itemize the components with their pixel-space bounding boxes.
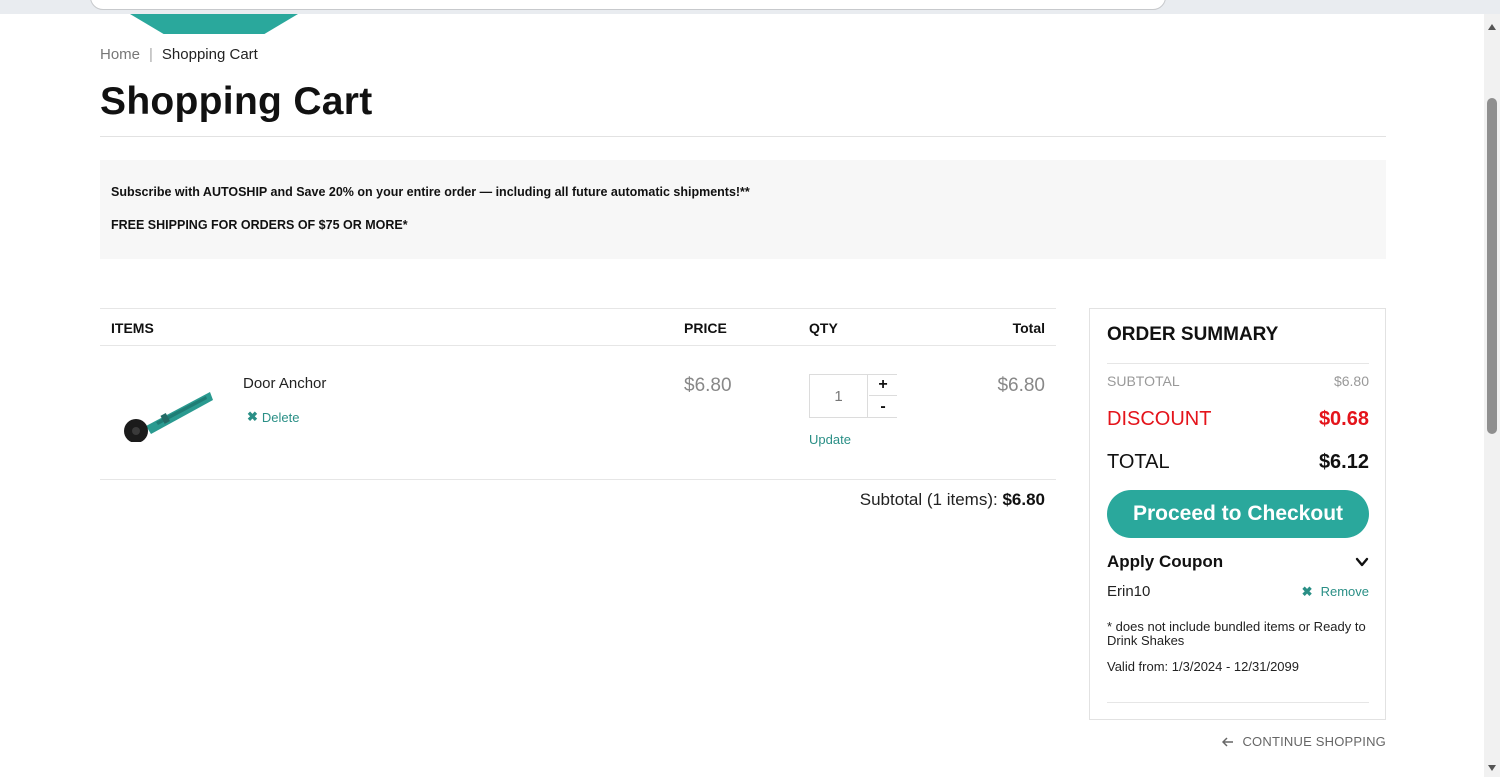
autoship-promo-text: Subscribe with AUTOSHIP and Save 20% on … [111,185,750,199]
subtotal-value: $6.80 [1002,490,1045,509]
free-shipping-text: FREE SHIPPING FOR ORDERS OF $75 OR MORE* [111,218,408,232]
scroll-down-icon[interactable] [1488,765,1496,771]
remove-coupon-link[interactable]: ✖ Remove [1302,584,1369,600]
cart-table-header: ITEMS PRICE QTY Total [100,308,1056,346]
update-quantity-link[interactable]: Update [809,432,851,447]
column-header-qty: QTY [809,320,838,336]
scroll-up-icon[interactable] [1488,24,1496,30]
apply-coupon-heading: Apply Coupon [1107,552,1224,571]
remove-label: Remove [1320,584,1369,599]
summary-subtotal-row: SUBTOTAL $6.80 [1107,373,1369,389]
summary-discount-label: DISCOUNT [1107,408,1212,430]
summary-divider [1107,363,1369,364]
x-icon: ✖ [247,409,258,424]
breadcrumb-home-link[interactable]: Home [100,46,140,63]
order-summary-title: ORDER SUMMARY [1107,324,1279,345]
cart-row: Door Anchor ✖ Delete $6.80 + - Update $6… [100,346,1056,480]
breadcrumb-current: Shopping Cart [161,46,258,63]
summary-total-label: TOTAL [1107,451,1170,473]
subtotal-label: Subtotal (1 items): [859,490,998,509]
chevron-down-icon[interactable] [1355,555,1369,569]
quantity-input[interactable] [810,375,868,417]
x-icon: ✖ [1301,583,1313,599]
address-bar[interactable] [90,0,1166,10]
column-header-price: PRICE [684,320,727,336]
arrow-left-icon [1222,736,1234,747]
site-header-tab [130,14,298,34]
apply-coupon-toggle[interactable]: Apply Coupon [1107,552,1369,572]
quantity-stepper: + - [809,374,897,418]
promo-banner: Subscribe with AUTOSHIP and Save 20% on … [100,160,1386,259]
product-name[interactable]: Door Anchor [243,375,326,392]
increase-quantity-button[interactable]: + [869,375,897,396]
breadcrumb-separator: | [149,46,153,63]
coupon-note: * does not include bundled items or Read… [1107,619,1366,648]
coupon-code: Erin10 [1107,583,1151,600]
summary-total-row: TOTAL $6.12 [1107,451,1369,474]
summary-subtotal-value: $6.80 [1333,373,1369,389]
door-anchor-product-image[interactable] [118,382,218,442]
delete-item-link[interactable]: ✖ Delete [247,409,299,425]
coupon-valid-dates: Valid from: 1/3/2024 - 12/31/2099 [1107,659,1299,674]
page-title: Shopping Cart [100,80,373,123]
scrollbar-thumb[interactable] [1487,98,1497,434]
summary-discount-value: $0.68 [1318,408,1369,430]
page-scrollbar[interactable] [1484,14,1500,777]
order-summary: ORDER SUMMARY SUBTOTAL $6.80 DISCOUNT $0… [1089,308,1386,720]
continue-shopping-link[interactable]: CONTINUE SHOPPING [1222,734,1386,749]
item-total: $6.80 [997,375,1045,396]
column-header-items: ITEMS [111,320,154,336]
summary-subtotal-label: SUBTOTAL [1107,373,1180,389]
summary-total-value: $6.12 [1318,451,1369,473]
applied-coupon-row: Erin10 ✖ Remove [1107,583,1369,600]
cart-subtotal: Subtotal (1 items): $6.80 [860,490,1045,510]
decrease-quantity-button[interactable]: - [869,396,897,417]
continue-shopping-label: CONTINUE SHOPPING [1242,734,1386,749]
title-divider [100,136,1386,137]
summary-discount-row: DISCOUNT $0.68 [1107,408,1369,431]
delete-label: Delete [261,409,300,425]
cart-table: ITEMS PRICE QTY Total Door Anchor ✖ Dele… [100,308,1056,509]
summary-bottom-divider [1107,702,1369,703]
column-header-total: Total [1012,320,1045,336]
item-price: $6.80 [684,375,732,396]
breadcrumb: Home | Shopping Cart [100,46,258,63]
browser-chrome [0,0,1500,14]
proceed-to-checkout-button[interactable]: Proceed to Checkout [1107,490,1369,538]
